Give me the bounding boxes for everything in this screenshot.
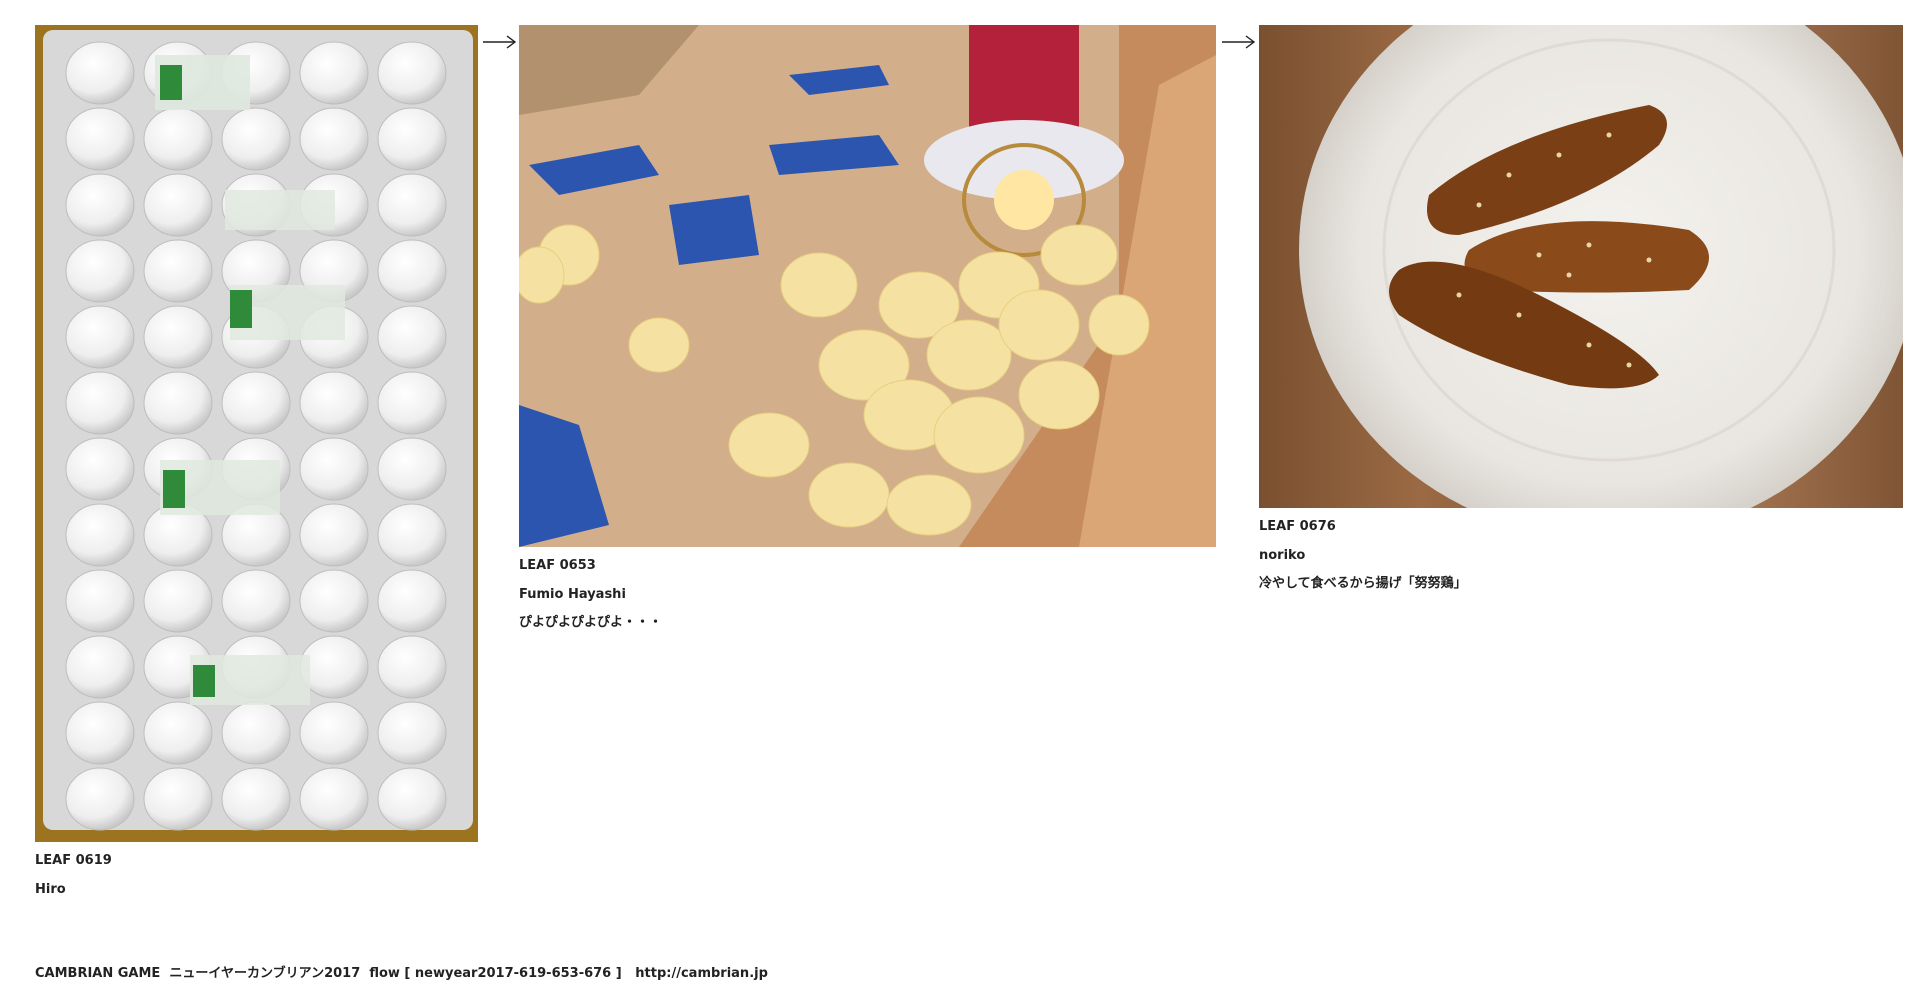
chicks-under-heat-lamp-photo[interactable] xyxy=(519,25,1216,547)
egg-trays-photo[interactable] xyxy=(35,25,478,842)
fried-chicken-plate-photo[interactable] xyxy=(1259,25,1903,508)
leaf-caption: ぴよぴよぴよぴよ・・・ xyxy=(519,615,663,630)
leaf-card-0619: LEAF 0619 Hiro xyxy=(35,25,480,899)
footer-title: ニューイヤーカンブリアン2017 xyxy=(169,966,361,981)
footer-brand[interactable]: CAMBRIAN GAME xyxy=(35,966,160,981)
leaf-caption: 冷やして食べるから揚げ「努努鶏」 xyxy=(1259,576,1467,591)
footer-url-link[interactable]: http://cambrian.jp xyxy=(635,966,768,981)
leaf-author[interactable]: noriko xyxy=(1259,547,1909,565)
flow-page: LEAF 0619 Hiro LEAF 0653 Fumio Hayashi ぴ… xyxy=(0,0,1926,994)
leaf-author[interactable]: Hiro xyxy=(35,881,480,899)
arrow-right-icon xyxy=(483,35,517,49)
footer: CAMBRIAN GAME ニューイヤーカンブリアン2017 flow [ ne… xyxy=(35,962,768,981)
leaf-id[interactable]: LEAF 0619 xyxy=(35,852,480,870)
leaf-id[interactable]: LEAF 0653 xyxy=(519,557,1219,575)
leaf-card-0653: LEAF 0653 Fumio Hayashi ぴよぴよぴよぴよ・・・ xyxy=(519,25,1219,632)
footer-flow: flow [ newyear2017-619-653-676 ] xyxy=(369,966,622,981)
leaf-author[interactable]: Fumio Hayashi xyxy=(519,586,1219,604)
leaf-id[interactable]: LEAF 0676 xyxy=(1259,518,1909,536)
arrow-right-icon xyxy=(1222,35,1256,49)
leaf-card-0676: LEAF 0676 noriko 冷やして食べるから揚げ「努努鶏」 xyxy=(1259,25,1909,593)
